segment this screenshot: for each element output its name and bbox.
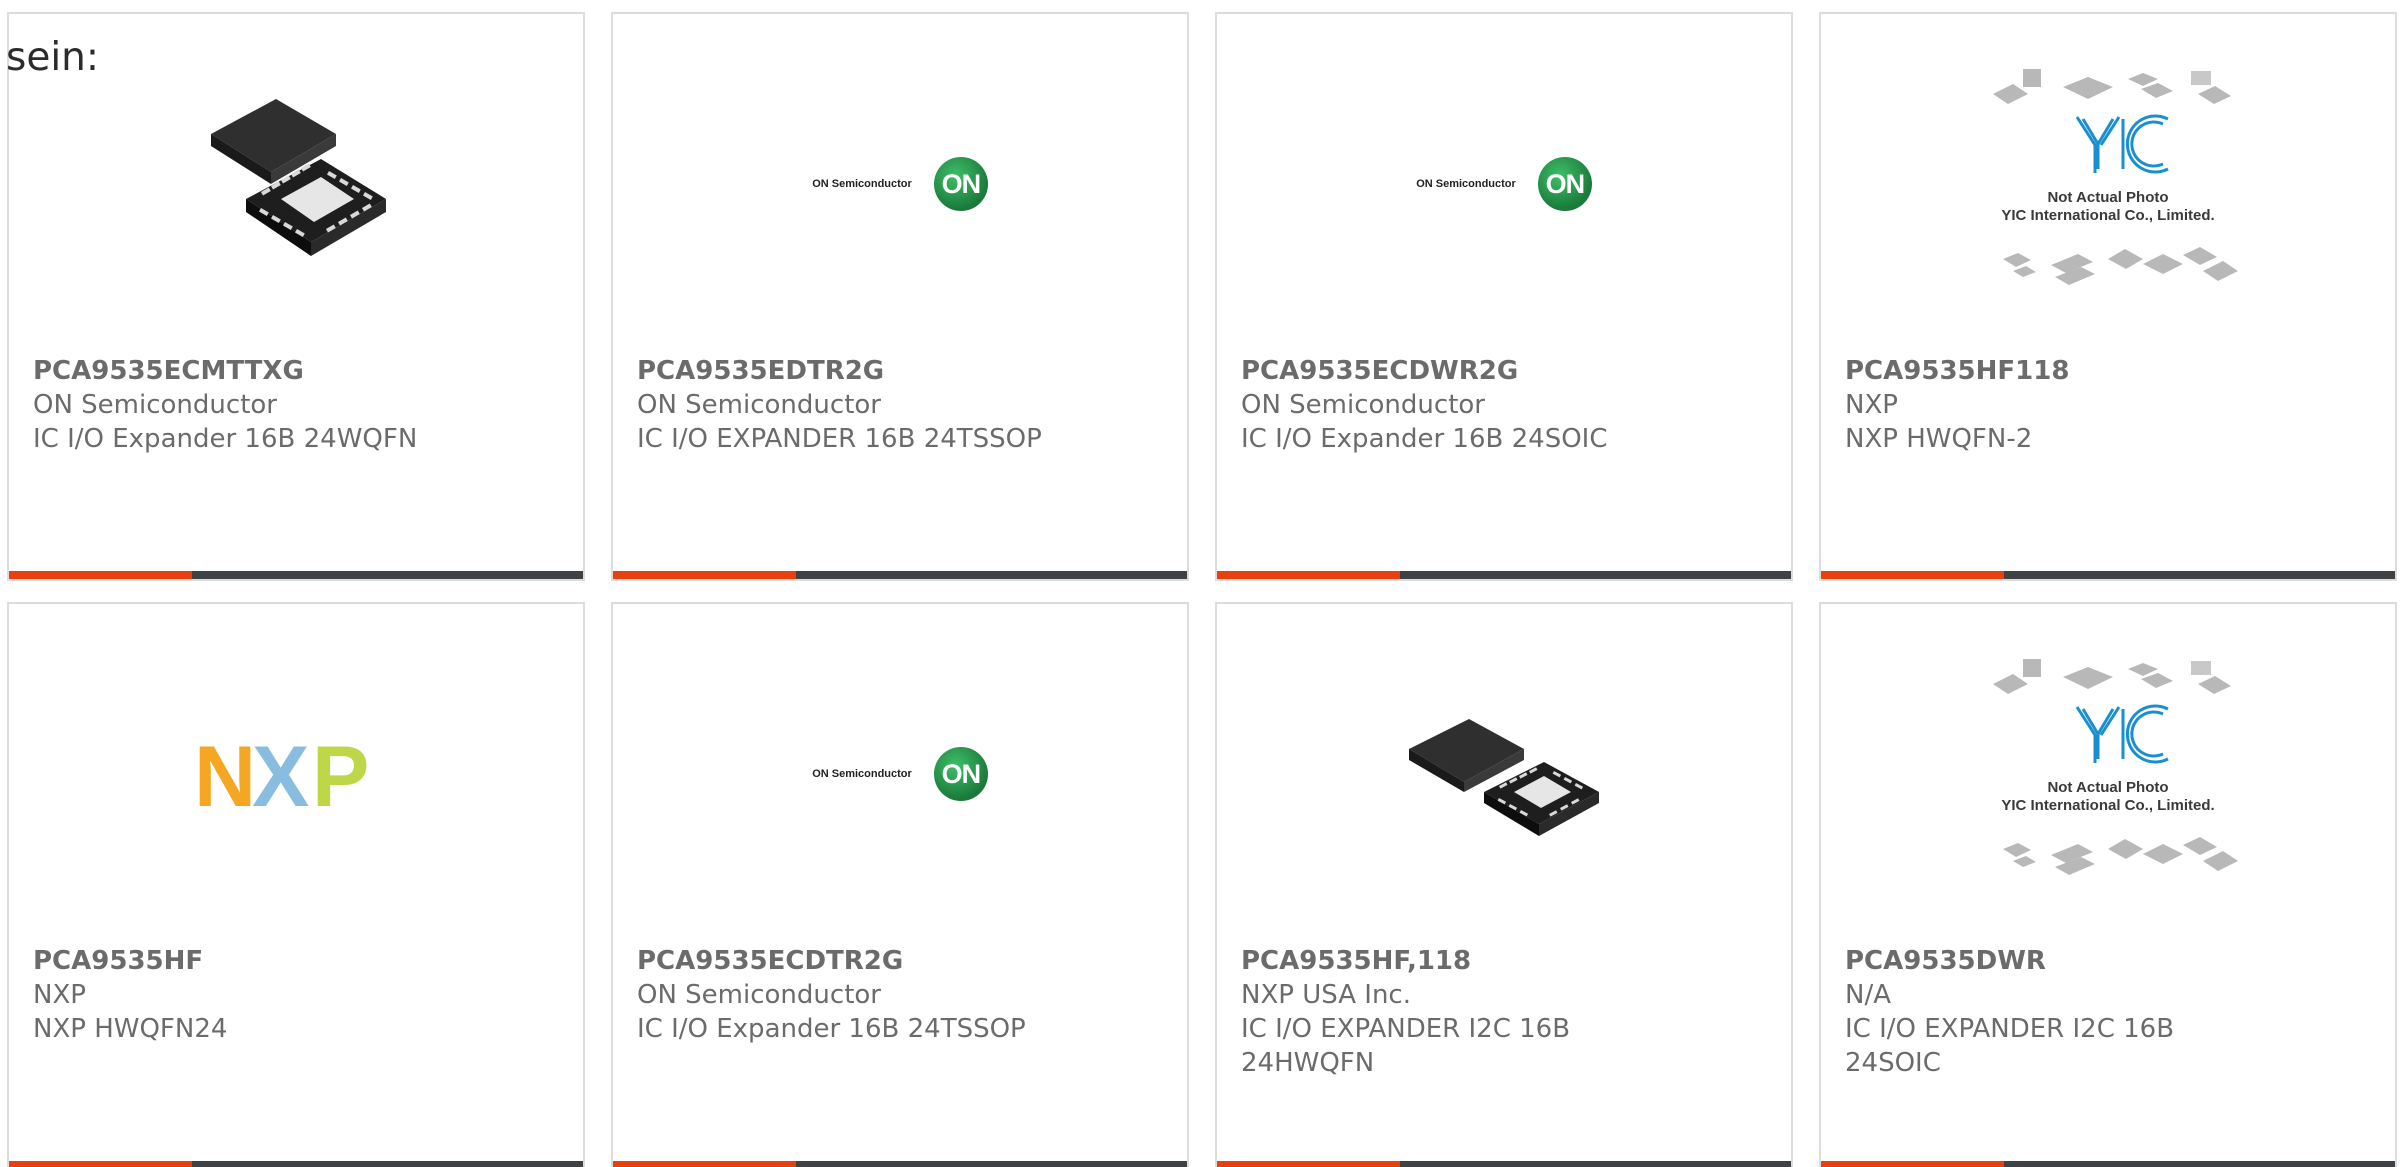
manufacturer: ON Semiconductor [33, 390, 277, 420]
yic-caption: Not Actual Photo YIC International Co., … [1963, 779, 2253, 815]
manufacturer: ON Semiconductor [637, 980, 881, 1010]
manufacturer: NXP [1845, 390, 1898, 420]
description: NXP HWQFN-2 [1845, 424, 2033, 454]
yic-placeholder-image: Not Actual Photo YIC International Co., … [1963, 59, 2253, 309]
yic-caption-line2: YIC International Co., Limited. [2001, 207, 2215, 224]
on-logo-text: ON Semiconductor [1416, 178, 1516, 190]
description: IC I/O Expander 16B 24WQFN [33, 424, 418, 454]
product-info: PCA9535DWR N/A IC I/O EXPANDER I2C 16B 2… [1845, 944, 2265, 1080]
package-assortment-icon [1993, 659, 2238, 875]
part-number[interactable]: PCA9535HF,118 [1241, 944, 1661, 978]
manufacturer: ON Semiconductor [637, 390, 881, 420]
on-semiconductor-logo: ON Semiconductor ON [812, 747, 988, 801]
card-bottom-bar [9, 1161, 583, 1167]
manufacturer: ON Semiconductor [1241, 390, 1485, 420]
product-grid-page: sein: PCA9535ECMTTXG ON Semiconductor IC… [0, 0, 2400, 1167]
product-info: PCA9535ECMTTXG ON Semiconductor IC I/O E… [33, 354, 453, 456]
description: IC I/O Expander 16B 24SOIC [1241, 424, 1608, 454]
product-image[interactable]: N X P [9, 644, 583, 904]
on-semiconductor-logo: ON Semiconductor ON [812, 157, 988, 211]
description: IC I/O EXPANDER I2C 16B 24SOIC [1845, 1014, 2175, 1078]
product-image[interactable]: Not Actual Photo YIC International Co., … [1821, 54, 2395, 314]
card-bottom-bar [1217, 571, 1791, 579]
card-bottom-bar [1821, 571, 2395, 579]
product-card[interactable]: PCA9535HF,118 NXP USA Inc. IC I/O EXPAND… [1215, 602, 1793, 1167]
yic-placeholder-image: Not Actual Photo YIC International Co., … [1963, 649, 2253, 899]
package-assortment-icon [1993, 69, 2238, 285]
manufacturer: N/A [1845, 980, 1891, 1010]
card-bottom-bar [9, 571, 583, 579]
description: IC I/O EXPANDER I2C 16B 24HWQFN [1241, 1014, 1571, 1078]
card-bottom-bar [1821, 1161, 2395, 1167]
manufacturer: NXP [33, 980, 86, 1010]
product-image[interactable]: ON Semiconductor ON [613, 644, 1187, 904]
product-info: PCA9535ECDWR2G ON Semiconductor IC I/O E… [1241, 354, 1661, 456]
part-number[interactable]: PCA9535ECDTR2G [637, 944, 1057, 978]
part-number[interactable]: PCA9535ECMTTXG [33, 354, 453, 388]
product-card[interactable]: ON Semiconductor ON PCA9535EDTR2G ON Sem… [611, 12, 1189, 581]
product-card[interactable]: N X P PCA9535HF NXP NXP HWQFN24 [7, 602, 585, 1167]
product-info: PCA9535HF118 NXP NXP HWQFN-2 [1845, 354, 2265, 456]
product-image[interactable]: ON Semiconductor ON [613, 54, 1187, 314]
product-image[interactable]: Not Actual Photo YIC International Co., … [1821, 644, 2395, 904]
product-card[interactable]: ON Semiconductor ON PCA9535ECDTR2G ON Se… [611, 602, 1189, 1167]
part-number[interactable]: PCA9535HF118 [1845, 354, 2265, 388]
yic-caption: Not Actual Photo YIC International Co., … [1963, 189, 2253, 225]
card-bottom-bar [1217, 1161, 1791, 1167]
product-info: PCA9535HF NXP NXP HWQFN24 [33, 944, 453, 1046]
on-logo-badge: ON [1537, 157, 1592, 211]
part-number[interactable]: PCA9535ECDWR2G [1241, 354, 1661, 388]
product-info: PCA9535ECDTR2G ON Semiconductor IC I/O E… [637, 944, 1057, 1046]
product-image[interactable]: ON Semiconductor ON [1217, 54, 1791, 314]
product-info: PCA9535HF,118 NXP USA Inc. IC I/O EXPAND… [1241, 944, 1661, 1080]
part-number[interactable]: PCA9535HF [33, 944, 453, 978]
product-info: PCA9535EDTR2G ON Semiconductor IC I/O EX… [637, 354, 1057, 456]
card-bottom-bar [613, 571, 1187, 579]
description: IC I/O Expander 16B 24TSSOP [637, 1014, 1026, 1044]
product-card[interactable]: Not Actual Photo YIC International Co., … [1819, 12, 2397, 581]
on-logo-text: ON Semiconductor [812, 178, 912, 190]
product-card[interactable]: PCA9535ECMTTXG ON Semiconductor IC I/O E… [7, 12, 585, 581]
yic-caption-line1: Not Actual Photo [2047, 189, 2169, 206]
description: IC I/O EXPANDER 16B 24TSSOP [637, 424, 1042, 454]
nxp-letter-n: N [194, 734, 256, 814]
nxp-letter-p: P [312, 734, 369, 814]
intro-text: sein: [6, 35, 100, 80]
on-logo-badge: ON [933, 747, 988, 801]
manufacturer: NXP USA Inc. [1241, 980, 1411, 1010]
product-card[interactable]: ON Semiconductor ON PCA9535ECDWR2G ON Se… [1215, 12, 1793, 581]
yic-caption-line1: Not Actual Photo [2047, 779, 2169, 796]
part-number[interactable]: PCA9535DWR [1845, 944, 2265, 978]
nxp-letter-x: X [252, 734, 309, 814]
yic-caption-line2: YIC International Co., Limited. [2001, 797, 2215, 814]
description: NXP HWQFN24 [33, 1014, 228, 1044]
on-semiconductor-logo: ON Semiconductor ON [1416, 157, 1592, 211]
on-logo-badge: ON [933, 157, 988, 211]
part-number[interactable]: PCA9535EDTR2G [637, 354, 1057, 388]
qfn-chip-icon [1409, 719, 1599, 836]
card-bottom-bar [613, 1161, 1187, 1167]
qfn-chip-icon [211, 99, 386, 256]
product-image[interactable] [1217, 644, 1791, 904]
on-logo-text: ON Semiconductor [812, 768, 912, 780]
nxp-logo: N X P [194, 734, 369, 814]
product-image[interactable] [9, 54, 583, 314]
product-card[interactable]: Not Actual Photo YIC International Co., … [1819, 602, 2397, 1167]
